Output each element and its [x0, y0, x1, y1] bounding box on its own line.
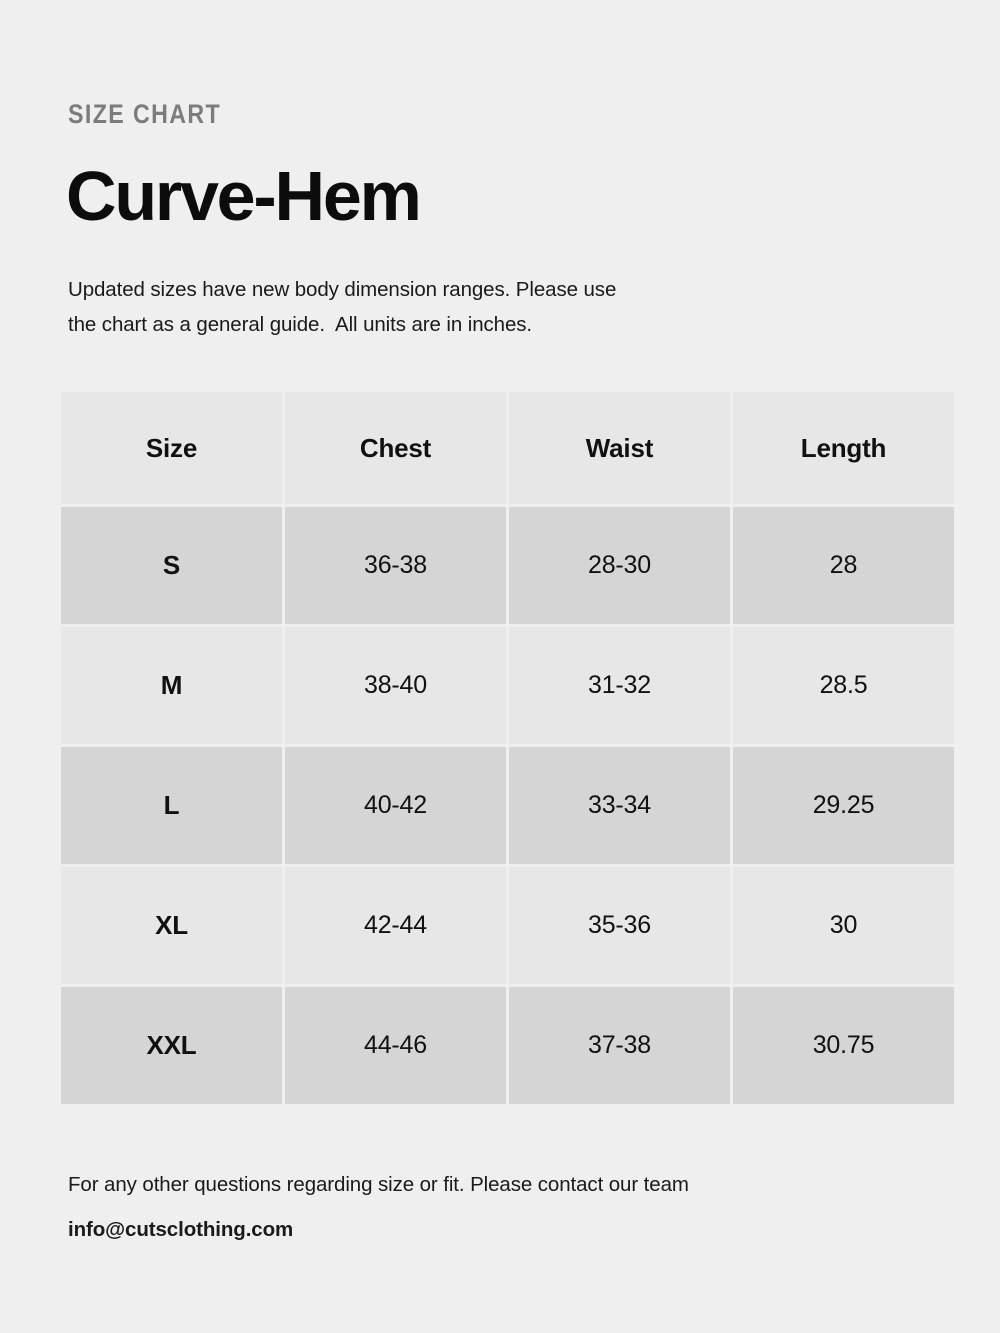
column-header-size: Size — [61, 392, 282, 504]
footer-contact: For any other questions regarding size o… — [68, 1167, 848, 1247]
cell-chest: 42-44 — [285, 867, 506, 984]
cell-waist: 33-34 — [509, 747, 730, 864]
cell-chest: 38-40 — [285, 627, 506, 744]
support-email[interactable]: info@cutsclothing.com — [68, 1212, 848, 1247]
cell-length: 30 — [733, 867, 954, 984]
cell-size: XL — [61, 867, 282, 984]
page-eyebrow: SIZE CHART — [68, 99, 222, 129]
cell-waist: 31-32 — [509, 627, 730, 744]
intro-text: Updated sizes have new body dimension ra… — [68, 272, 708, 342]
cell-size: M — [61, 627, 282, 744]
table-body: S 36-38 28-30 28 M 38-40 31-32 28.5 L 40… — [61, 507, 954, 1104]
column-header-waist: Waist — [509, 392, 730, 504]
intro-line-1: Updated sizes have new body dimension ra… — [68, 278, 617, 301]
cell-chest: 40-42 — [285, 747, 506, 864]
table-row: L 40-42 33-34 29.25 — [61, 747, 954, 864]
cell-chest: 44-46 — [285, 987, 506, 1104]
table-row: XXL 44-46 37-38 30.75 — [61, 987, 954, 1104]
size-chart-table: Size Chest Waist Length S 36-38 28-30 28… — [58, 389, 957, 1107]
footer-note: For any other questions regarding size o… — [68, 1173, 689, 1196]
cell-waist: 28-30 — [509, 507, 730, 624]
table-header: Size Chest Waist Length — [61, 392, 954, 504]
column-header-chest: Chest — [285, 392, 506, 504]
cell-length: 30.75 — [733, 987, 954, 1104]
intro-line-2: the chart as a general guide. All units … — [68, 313, 533, 336]
cell-waist: 37-38 — [509, 987, 730, 1104]
cell-size: L — [61, 747, 282, 864]
table-row: S 36-38 28-30 28 — [61, 507, 954, 624]
cell-length: 28.5 — [733, 627, 954, 744]
column-header-length: Length — [733, 392, 954, 504]
table-row: XL 42-44 35-36 30 — [61, 867, 954, 984]
cell-length: 29.25 — [733, 747, 954, 864]
cell-waist: 35-36 — [509, 867, 730, 984]
cell-size: S — [61, 507, 282, 624]
table-row: M 38-40 31-32 28.5 — [61, 627, 954, 744]
table-header-row: Size Chest Waist Length — [61, 392, 954, 504]
size-chart-page: SIZE CHART Curve-Hem Updated sizes have … — [0, 0, 1000, 1333]
page-title: Curve-Hem — [66, 157, 422, 235]
cell-chest: 36-38 — [285, 507, 506, 624]
cell-size: XXL — [61, 987, 282, 1104]
cell-length: 28 — [733, 507, 954, 624]
